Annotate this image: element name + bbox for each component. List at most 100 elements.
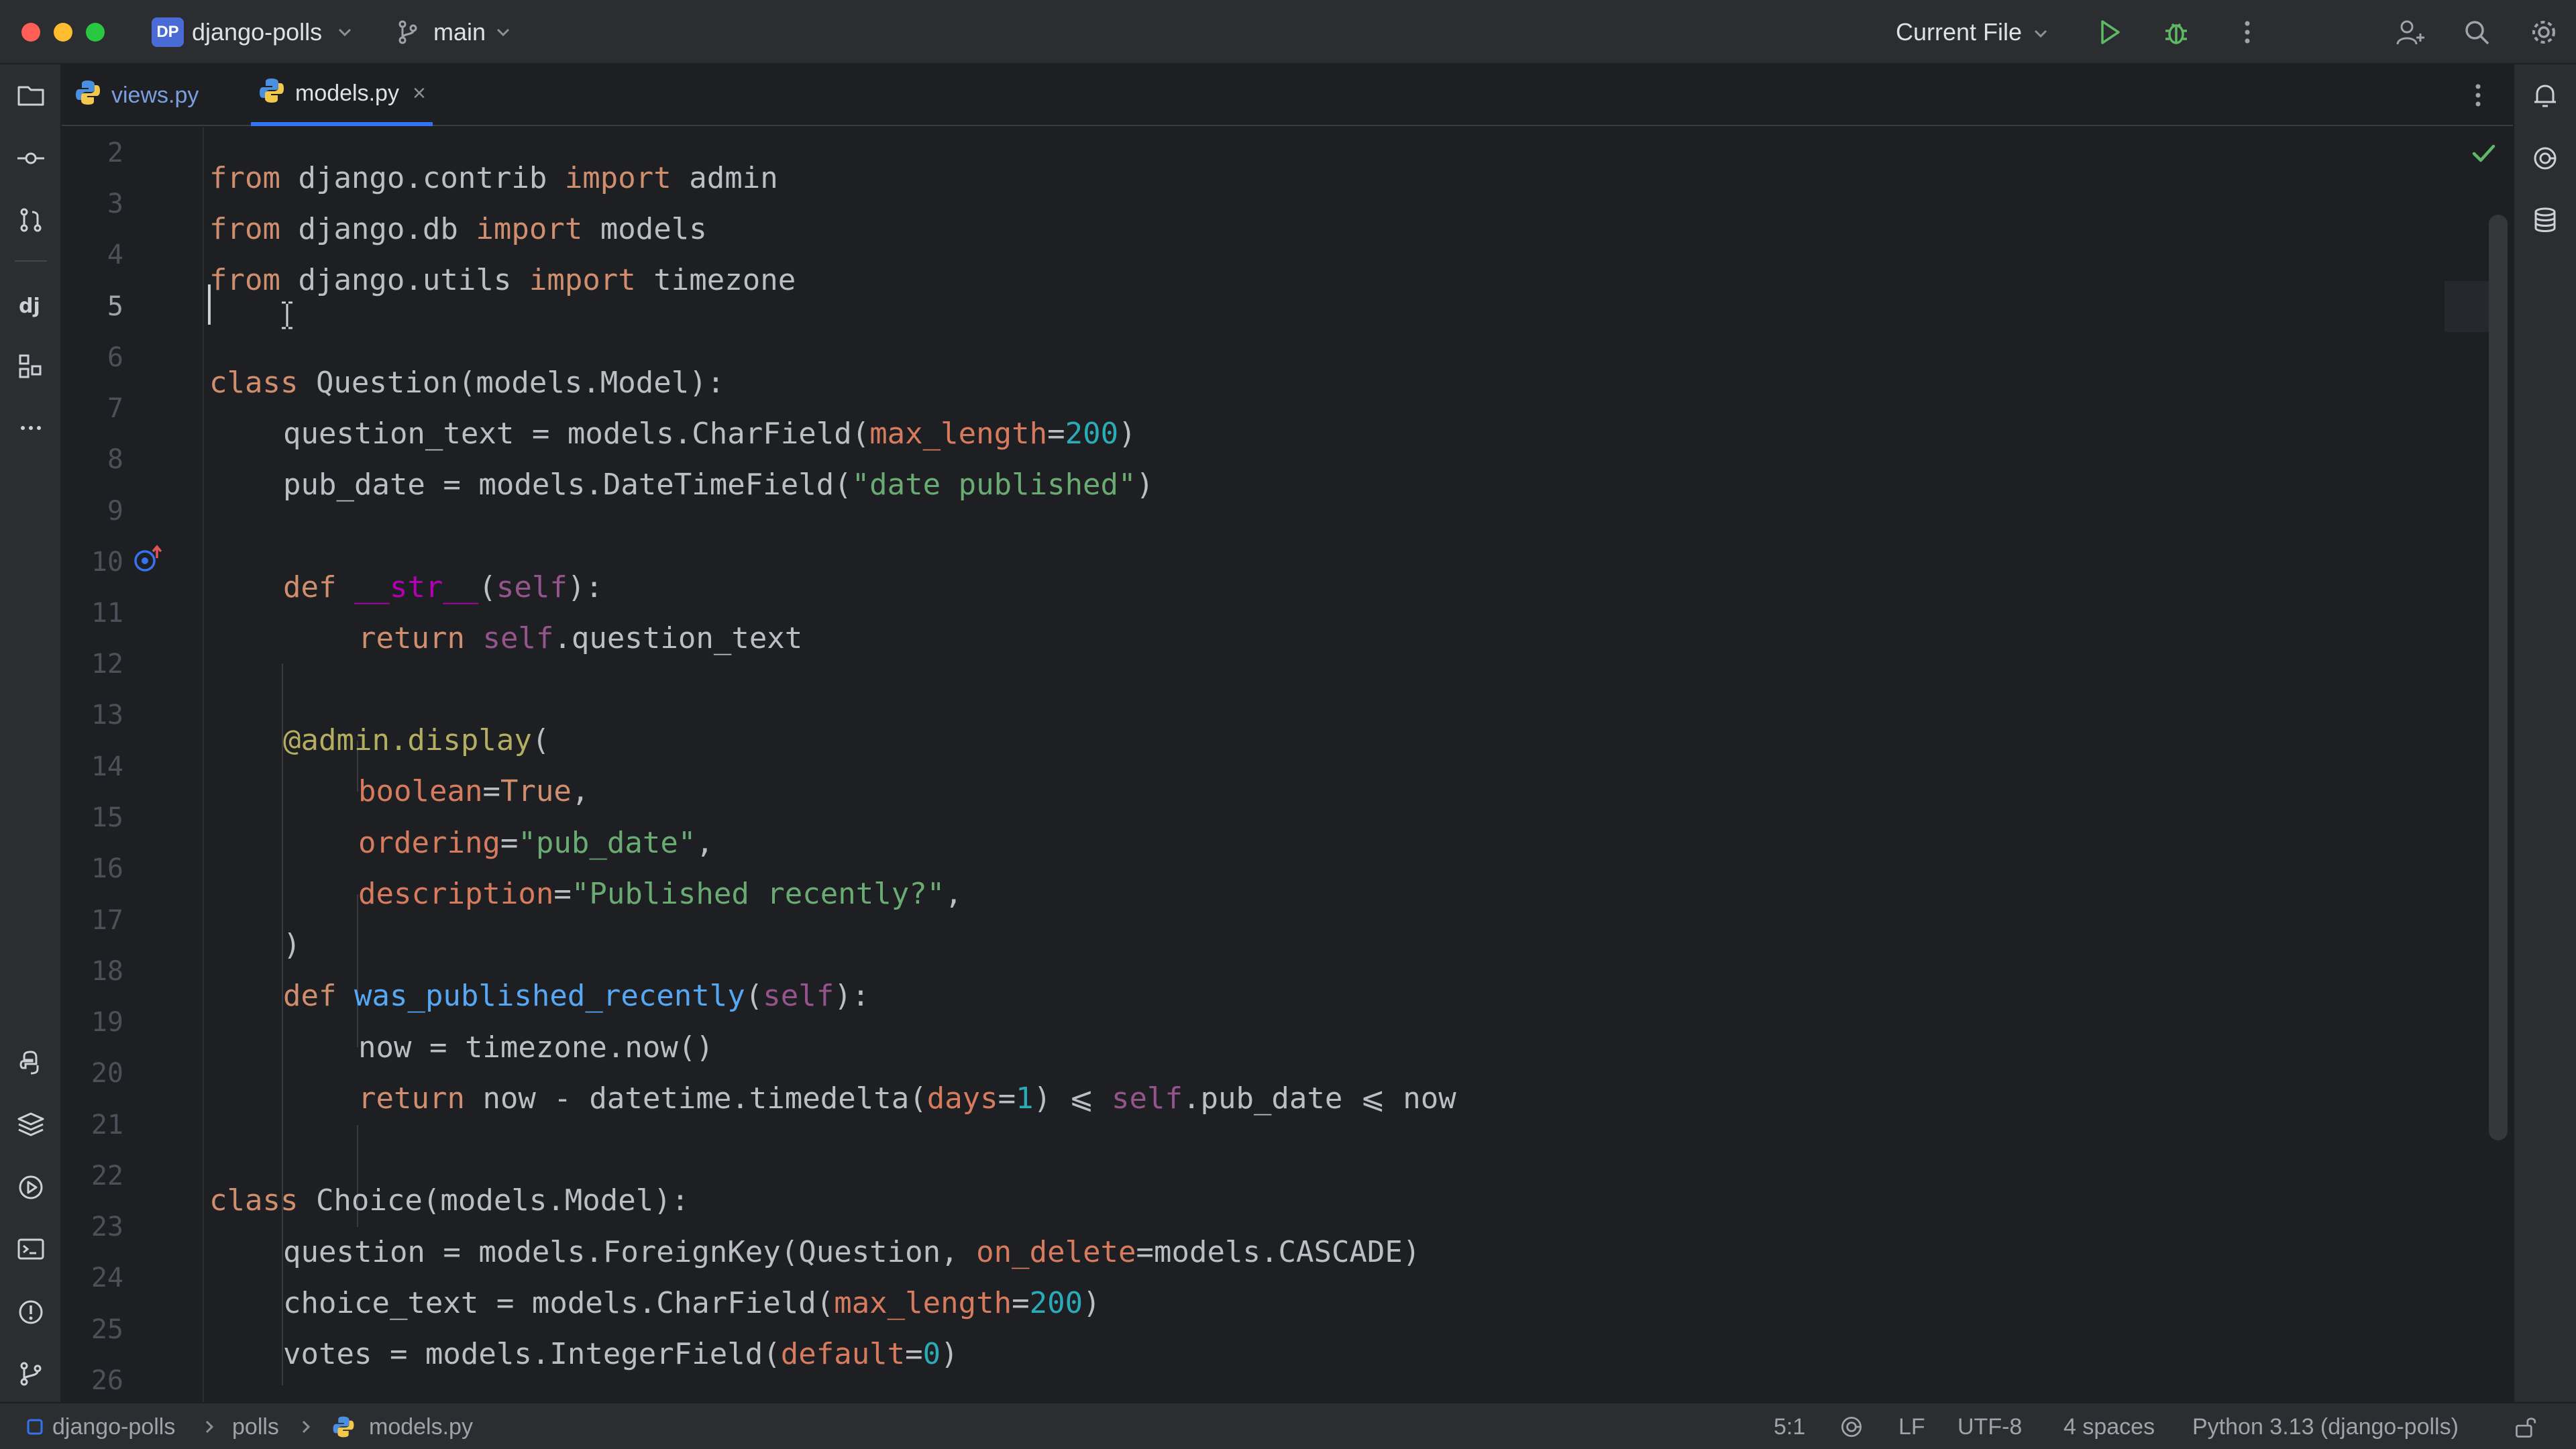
database-icon[interactable] [2529, 204, 2561, 236]
settings-icon[interactable] [2529, 17, 2559, 47]
title-bar: DP django-polls main Current File [0, 0, 2576, 64]
code-line-19: now = timezone.now() [358, 1030, 714, 1065]
editor-tab-bar: views.py models.py × [62, 64, 2513, 126]
override-marker-icon[interactable] [131, 543, 169, 579]
right-tool-strip [2513, 64, 2576, 1402]
code-editor[interactable]: from django.contrib import admin from dj… [204, 127, 2445, 1402]
strip-divider [15, 260, 47, 262]
tab-views-py[interactable]: views.py [74, 64, 199, 126]
code-line-3: from django.db import models [209, 212, 707, 246]
line-number: 14 [91, 751, 123, 782]
search-icon[interactable] [2462, 17, 2491, 47]
line-number: 17 [91, 905, 123, 936]
code-line-15: ordering="pub_date", [358, 826, 714, 860]
inspections-ok-icon[interactable] [2469, 138, 2498, 171]
line-separator[interactable]: LF [1898, 1403, 1925, 1449]
run-icon[interactable] [2094, 17, 2124, 47]
unlock-icon[interactable] [2513, 1403, 2540, 1449]
tab-label: views.py [111, 82, 199, 108]
terminal-icon[interactable] [15, 1233, 47, 1265]
branch-icon[interactable] [394, 19, 421, 46]
python-file-icon [258, 76, 286, 111]
python-interpreter[interactable]: Python 3.13 (django-polls) [2192, 1403, 2459, 1449]
svg-text:dj: dj [19, 294, 40, 318]
line-number: 2 [107, 138, 123, 168]
text-cursor-icon [278, 301, 297, 333]
module-icon [25, 1403, 44, 1449]
code-line-14: boolean=True, [358, 774, 590, 808]
breadcrumb-folder[interactable]: polls [232, 1403, 279, 1449]
line-number: 21 [91, 1110, 123, 1140]
left-tool-strip: dj [0, 64, 62, 1402]
line-number: 13 [91, 700, 123, 731]
file-encoding[interactable]: UTF-8 [1957, 1403, 2022, 1449]
maximize-window-button[interactable] [86, 23, 105, 42]
code-line-6: class Question(models.Model): [209, 366, 725, 400]
line-number: 4 [107, 239, 123, 270]
code-line-16: description="Published recently?", [358, 877, 963, 911]
line-number: 20 [91, 1058, 123, 1089]
code-line-7: question_text = models.CharField(max_len… [283, 417, 1136, 451]
code-line-18: def was_published_recently(self): [283, 979, 870, 1013]
problems-icon[interactable] [15, 1296, 47, 1328]
chevron-down-icon[interactable] [494, 23, 513, 42]
line-number: 25 [91, 1314, 123, 1345]
project-badge[interactable]: DP [152, 17, 184, 47]
structure-icon[interactable] [15, 350, 47, 382]
code-line-20: return now - datetime.timedelta(days=1) … [358, 1081, 1456, 1116]
line-number: 26 [91, 1365, 123, 1396]
line-number: 18 [91, 956, 123, 987]
chevron-right-icon [298, 1403, 314, 1449]
chevron-down-icon[interactable] [2031, 24, 2050, 43]
close-tab-icon[interactable]: × [413, 80, 426, 107]
caret-position[interactable]: 5:1 [1774, 1403, 1805, 1449]
minimize-window-button[interactable] [54, 23, 72, 42]
python-console-icon[interactable] [15, 1046, 47, 1079]
more-icon[interactable] [2233, 17, 2262, 47]
vertical-scrollbar[interactable] [2489, 215, 2508, 1140]
ai-status-icon[interactable] [1838, 1403, 1865, 1449]
close-window-button[interactable] [21, 23, 40, 42]
django-icon[interactable]: dj [15, 288, 47, 321]
branch-name[interactable]: main [433, 19, 486, 46]
pull-requests-icon[interactable] [15, 204, 47, 236]
code-line-13: @admin.display( [283, 723, 550, 757]
project-name[interactable]: django-polls [192, 19, 322, 46]
services-icon[interactable] [15, 1171, 47, 1203]
tab-models-py[interactable]: models.py × [251, 64, 433, 126]
debug-icon[interactable] [2161, 17, 2191, 47]
text-caret [208, 284, 211, 325]
code-line-24: choice_text = models.CharField(max_lengt… [283, 1286, 1101, 1320]
code-line-11: return self.question_text [358, 621, 803, 655]
tab-options-icon[interactable] [2463, 80, 2493, 110]
code-line-4: from django.utils import timezone [209, 263, 796, 297]
chevron-right-icon [201, 1403, 217, 1449]
more-tools-icon[interactable] [15, 412, 47, 444]
tab-label: models.py [295, 80, 399, 106]
code-line-23: question = models.ForeignKey(Question, o… [283, 1235, 1421, 1269]
indent-setting[interactable]: 4 spaces [2063, 1403, 2155, 1449]
code-line-10: def __str__(self): [283, 570, 603, 604]
code-line-2: from django.contrib import admin [209, 161, 778, 195]
line-number: 16 [91, 853, 123, 884]
add-user-icon[interactable] [2395, 17, 2426, 48]
notifications-icon[interactable] [2529, 79, 2561, 111]
line-number: 12 [91, 649, 123, 680]
line-number: 22 [91, 1161, 123, 1191]
line-number: 23 [91, 1212, 123, 1242]
line-number: 6 [107, 342, 123, 373]
ai-assistant-icon[interactable] [2529, 142, 2561, 174]
chevron-down-icon[interactable] [335, 23, 354, 42]
breadcrumb-file[interactable]: models.py [369, 1403, 473, 1449]
line-number: 10 [91, 547, 123, 578]
code-line-25: votes = models.IntegerField(default=0) [283, 1337, 959, 1371]
project-icon[interactable] [15, 79, 47, 111]
run-configuration[interactable]: Current File [1896, 19, 2022, 46]
git-icon[interactable] [15, 1358, 47, 1390]
line-number: 7 [107, 393, 123, 424]
breadcrumb-project[interactable]: django-polls [52, 1403, 175, 1449]
layers-icon[interactable] [15, 1108, 47, 1140]
line-number: 24 [91, 1263, 123, 1293]
status-bar: django-polls polls models.py 5:1 LF UTF-… [0, 1402, 2576, 1449]
commit-icon[interactable] [15, 142, 47, 174]
